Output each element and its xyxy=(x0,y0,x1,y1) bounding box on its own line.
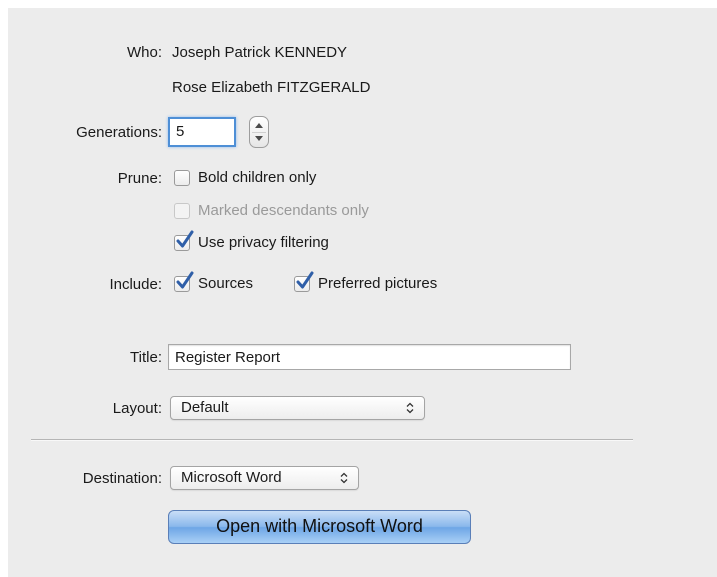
who-label: Who: xyxy=(126,44,162,61)
bold-children-only-label: Bold children only xyxy=(198,169,317,186)
who-person-2: Rose Elizabeth FITZGERALD xyxy=(172,79,371,96)
layout-selected-value: Default xyxy=(181,399,229,416)
checkbox-box[interactable] xyxy=(174,169,190,186)
marked-descendants-only-label: Marked descendants only xyxy=(198,202,369,219)
up-down-chevron-icon xyxy=(406,402,414,414)
bold-children-only-checkbox[interactable]: Bold children only xyxy=(174,169,316,186)
generations-field[interactable]: 5 xyxy=(168,117,236,147)
stepper-up-arrow-icon[interactable] xyxy=(255,123,263,128)
checkmark-icon xyxy=(176,230,194,247)
layout-label: Layout: xyxy=(112,400,162,417)
section-divider xyxy=(31,439,633,441)
layout-popup[interactable]: Default xyxy=(170,396,425,420)
stepper-divider xyxy=(252,132,266,133)
sources-checkbox[interactable]: Sources xyxy=(174,271,254,292)
open-with-microsoft-word-button[interactable]: Open with Microsoft Word xyxy=(168,510,471,544)
checkmark-icon xyxy=(176,271,194,288)
destination-popup[interactable]: Microsoft Word xyxy=(170,466,359,490)
include-label: Include: xyxy=(109,276,162,293)
checkbox-box[interactable] xyxy=(294,271,314,292)
title-label: Title: xyxy=(130,349,162,366)
checkbox-box[interactable] xyxy=(174,271,194,292)
checkbox-box xyxy=(174,202,190,219)
use-privacy-filtering-checkbox[interactable]: Use privacy filtering xyxy=(174,230,329,251)
title-field[interactable]: Register Report xyxy=(168,344,571,370)
destination-label: Destination: xyxy=(82,470,162,487)
checkbox-box[interactable] xyxy=(174,230,194,251)
up-down-chevron-icon xyxy=(340,472,348,484)
stepper-down-arrow-icon[interactable] xyxy=(255,136,263,141)
who-person-1: Joseph Patrick KENNEDY xyxy=(172,44,348,61)
preferred-pictures-checkbox[interactable]: Preferred pictures xyxy=(294,271,438,292)
sources-label: Sources xyxy=(198,275,254,292)
checkmark-icon xyxy=(296,271,314,288)
prune-label: Prune: xyxy=(117,170,162,187)
destination-selected-value: Microsoft Word xyxy=(181,469,282,486)
generations-stepper[interactable] xyxy=(249,116,269,148)
marked-descendants-only-checkbox: Marked descendants only xyxy=(174,202,369,219)
preferred-pictures-label: Preferred pictures xyxy=(318,275,438,292)
generations-label: Generations: xyxy=(76,124,162,141)
use-privacy-filtering-label: Use privacy filtering xyxy=(198,234,329,251)
